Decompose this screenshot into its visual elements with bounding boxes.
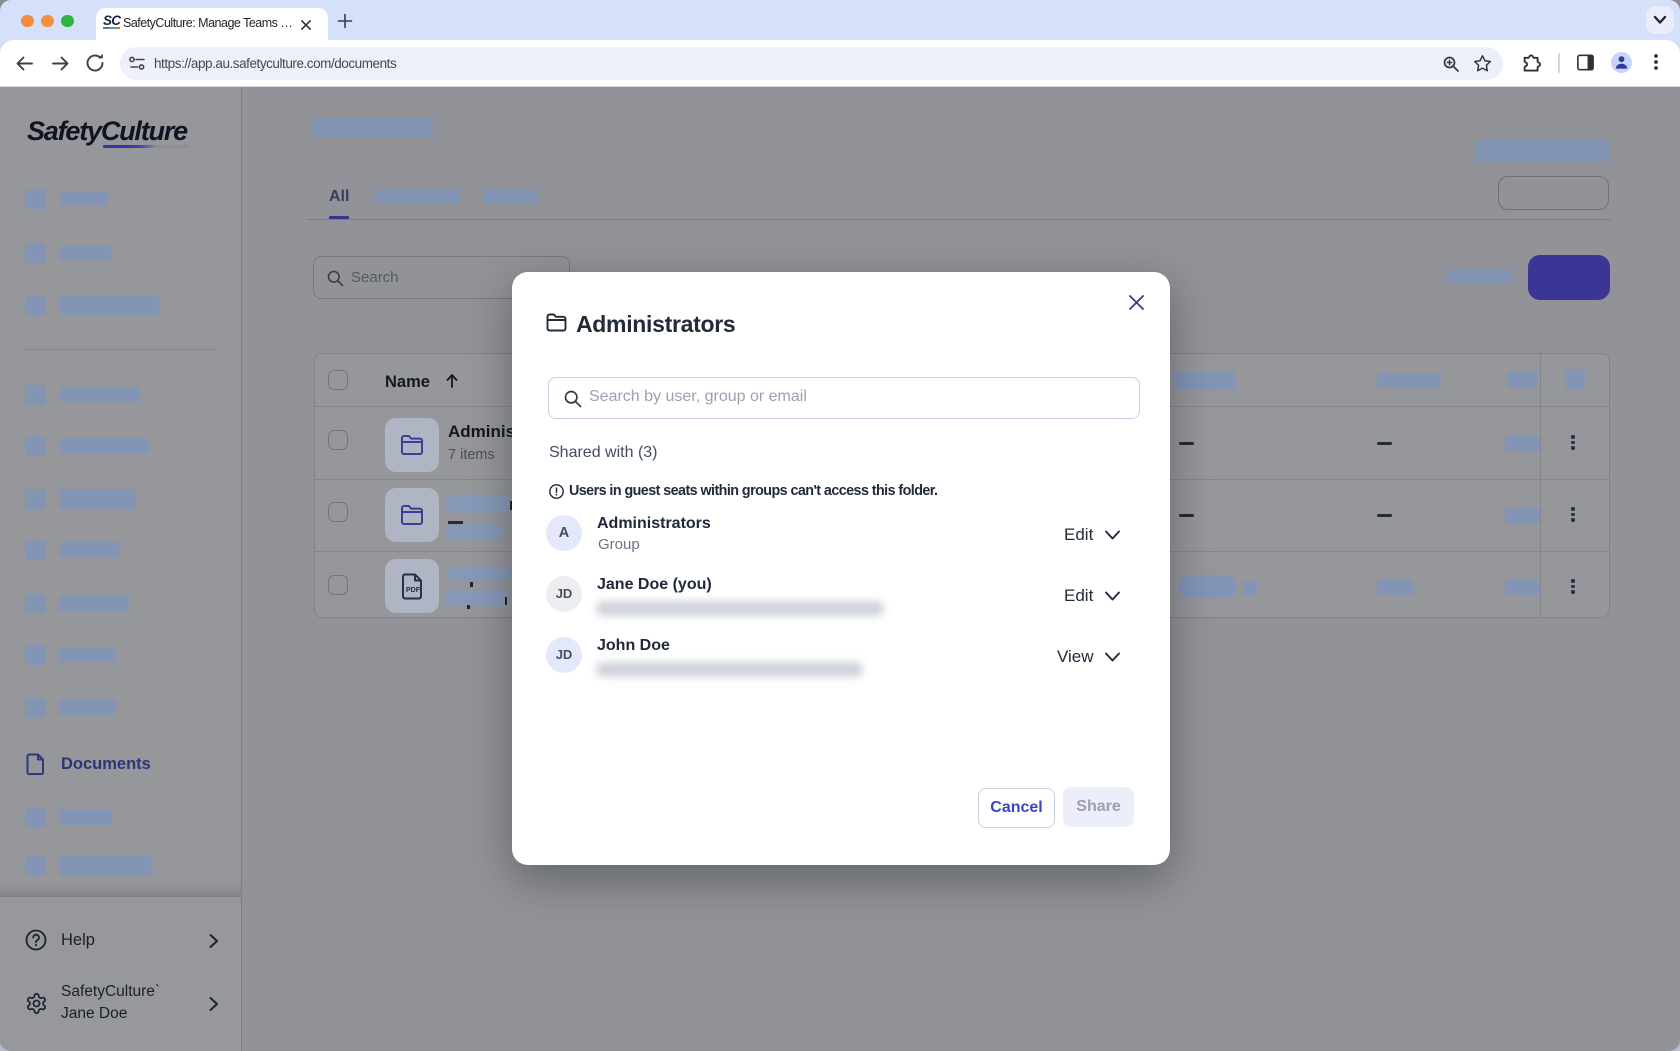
svg-text:PDF: PDF xyxy=(406,587,421,594)
